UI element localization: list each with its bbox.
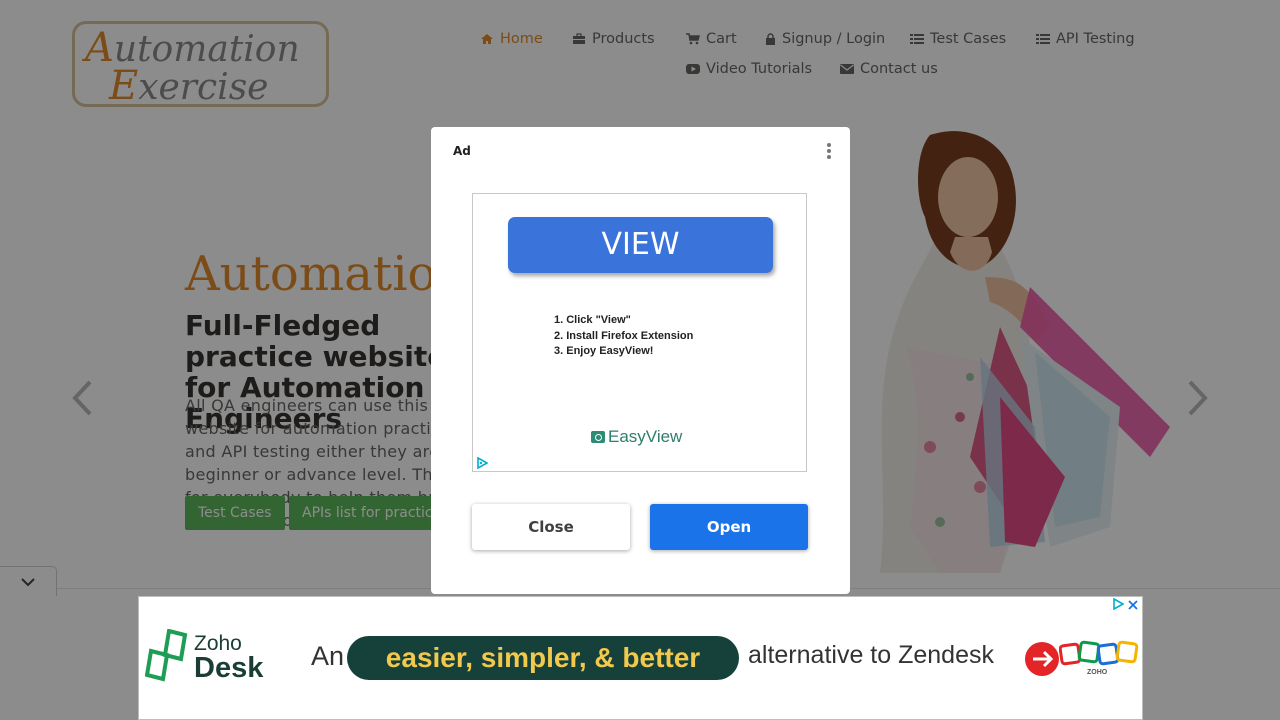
arrow-right-icon bbox=[1025, 642, 1059, 676]
view-button[interactable]: VIEW bbox=[508, 217, 773, 273]
ad-label: Ad bbox=[453, 144, 471, 158]
close-button[interactable]: Close bbox=[472, 504, 630, 550]
zoho-small-label: ZOHO bbox=[1087, 669, 1108, 676]
brand-line2: Desk bbox=[194, 652, 264, 684]
bottom-banner-ad[interactable]: Zoho Desk An easier, simpler, & better a… bbox=[138, 596, 1143, 720]
zoho-desk-icon bbox=[145, 629, 188, 682]
adchoices-icon[interactable] bbox=[476, 457, 488, 469]
tagline-rest: alternative to Zendesk bbox=[748, 641, 994, 669]
eye-icon bbox=[591, 431, 605, 443]
adchoices-icon[interactable] bbox=[1112, 598, 1124, 610]
easyview-logo: EasyView bbox=[591, 427, 682, 447]
more-options-icon[interactable] bbox=[825, 141, 833, 161]
interstitial-ad-modal: Ad VIEW 1. Click "View" 2. Install Firef… bbox=[431, 127, 850, 594]
tagline-highlight: easier, simpler, & better bbox=[347, 636, 739, 680]
close-icon[interactable] bbox=[1127, 599, 1139, 611]
zoho-logo-icon bbox=[1059, 640, 1139, 666]
ad-creative[interactable]: VIEW 1. Click "View" 2. Install Firefox … bbox=[472, 193, 807, 472]
tagline-prefix: An bbox=[311, 641, 345, 671]
ad-steps: 1. Click "View" 2. Install Firefox Exten… bbox=[554, 314, 694, 357]
open-button[interactable]: Open bbox=[650, 504, 808, 550]
